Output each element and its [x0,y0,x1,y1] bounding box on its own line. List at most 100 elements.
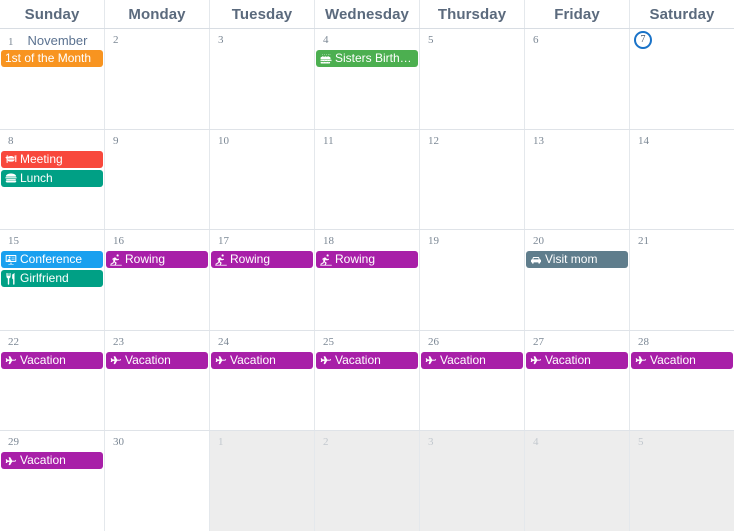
day-header: 14 [630,132,734,150]
calendar-event[interactable]: Vacation [631,351,733,369]
day-cell[interactable]: 27 Vacation [525,330,630,431]
day-cell[interactable]: 30 [105,431,210,531]
calendar-event[interactable]: Conference [1,251,103,269]
day-cell[interactable]: 8 Meeting Lunch [0,129,105,230]
day-cell[interactable]: 25 Vacation [315,330,420,431]
day-cell[interactable]: 2 [105,29,210,129]
day-cell[interactable]: 16 Rowing [105,230,210,330]
day-number[interactable]: 20 [533,234,544,248]
calendar-event[interactable]: Lunch [1,169,103,187]
day-cell[interactable]: 28 Vacation [630,330,734,431]
calendar-event[interactable]: Rowing [316,251,418,269]
day-number[interactable]: 26 [428,335,439,349]
day-number[interactable]: 24 [218,335,229,349]
day-number[interactable]: 4 [533,435,539,449]
day-number[interactable]: 3 [218,33,224,47]
day-header: 22 [0,333,104,351]
day-cell[interactable]: 9 [105,129,210,230]
day-cell[interactable]: 1 [210,431,315,531]
event-list: Visit mom [525,250,629,269]
day-cell[interactable]: 17 Rowing [210,230,315,330]
day-number[interactable]: 9 [113,134,119,148]
calendar-event[interactable]: Vacation [1,351,103,369]
day-cell[interactable]: 10 [210,129,315,230]
day-number[interactable]: 10 [218,134,229,148]
day-cell[interactable]: 5 [630,431,734,531]
day-number[interactable]: 4 [323,33,329,47]
month-calendar: Sunday Monday Tuesday Wednesday Thursday Frid… [0,0,734,531]
day-cell[interactable]: 19 [420,230,525,330]
day-header: 17 [210,232,314,250]
day-cell[interactable]: 13 [525,129,630,230]
day-number[interactable]: 22 [8,335,19,349]
day-number[interactable]: 8 [8,134,14,148]
day-number[interactable]: 6 [533,33,539,47]
day-header: 5 [630,433,734,451]
day-number[interactable]: 3 [428,435,434,449]
calendar-event-label: Visit mom [545,252,598,267]
day-cell[interactable]: 2 [315,431,420,531]
day-number[interactable]: 17 [218,234,229,248]
day-cell[interactable]: 11 [315,129,420,230]
day-cell[interactable]: 4 Sisters Birth… [315,29,420,129]
calendar-event[interactable]: Sisters Birth… [316,50,418,67]
calendar-event[interactable]: Meeting [1,150,103,168]
day-number[interactable]: 19 [428,234,439,248]
day-number[interactable]: 18 [323,234,334,248]
day-number[interactable]: 21 [638,234,649,248]
day-cell[interactable]: 7 [630,29,734,129]
day-cell[interactable]: 4 [525,431,630,531]
calendar-event-label: Conference [20,252,83,267]
day-cell[interactable]: 24 Vacation [210,330,315,431]
calendar-event[interactable]: Vacation [1,452,103,470]
week-row: 29 Vacation 30 1 2 3 4 5 [0,431,734,531]
day-number[interactable]: 27 [533,335,544,349]
day-cell[interactable]: 12 [420,129,525,230]
day-cell[interactable]: 26 Vacation [420,330,525,431]
calendar-event[interactable]: Vacation [316,351,418,369]
day-cell[interactable]: 5 [420,29,525,129]
calendar-event[interactable]: Rowing [211,251,313,269]
day-cell[interactable]: 6 [525,29,630,129]
day-cell[interactable]: 18 Rowing [315,230,420,330]
weekday-header-thursday: Thursday [420,0,525,28]
day-number[interactable]: 13 [533,134,544,148]
day-cell[interactable]: 22 Vacation [0,330,105,431]
day-number[interactable]: 5 [428,33,434,47]
calendar-event[interactable]: Vacation [421,351,523,369]
calendar-event[interactable]: Vacation [526,351,628,369]
day-cell[interactable]: 29 Vacation [0,431,105,531]
day-number[interactable]: 29 [8,435,19,449]
day-cell[interactable]: 23 Vacation [105,330,210,431]
day-cell[interactable]: 14 [630,129,734,230]
day-cell[interactable]: 20 Visit mom [525,230,630,330]
day-header: 23 [105,333,209,351]
day-cell[interactable]: 3 [420,431,525,531]
day-cell[interactable]: 15 Conference Girlfriend [0,230,105,330]
day-number[interactable]: 2 [323,435,329,449]
day-cell[interactable]: 1 November 1st of the Month [0,29,105,129]
day-number[interactable]: 5 [638,435,644,449]
day-number[interactable]: 25 [323,335,334,349]
day-number[interactable]: 2 [113,33,119,47]
day-header: 10 [210,132,314,150]
calendar-event[interactable]: Girlfriend [1,270,103,288]
day-number[interactable]: 28 [638,335,649,349]
day-cell[interactable]: 3 [210,29,315,129]
calendar-event[interactable]: Visit mom [526,251,628,269]
day-number[interactable]: 1 [218,435,224,449]
calendar-event[interactable]: Vacation [211,351,313,369]
calendar-event[interactable]: Rowing [106,251,208,269]
day-number[interactable]: 12 [428,134,439,148]
day-number-today[interactable]: 7 [634,31,652,49]
day-number[interactable]: 23 [113,335,124,349]
day-number[interactable]: 16 [113,234,124,248]
day-cell[interactable]: 21 [630,230,734,330]
day-number[interactable]: 14 [638,134,649,148]
calendar-event[interactable]: Vacation [106,351,208,369]
day-number[interactable]: 30 [113,435,124,449]
day-number[interactable]: 15 [8,234,19,248]
day-number[interactable]: 1 [8,35,14,49]
calendar-event[interactable]: 1st of the Month [1,50,103,67]
day-number[interactable]: 11 [323,134,334,148]
